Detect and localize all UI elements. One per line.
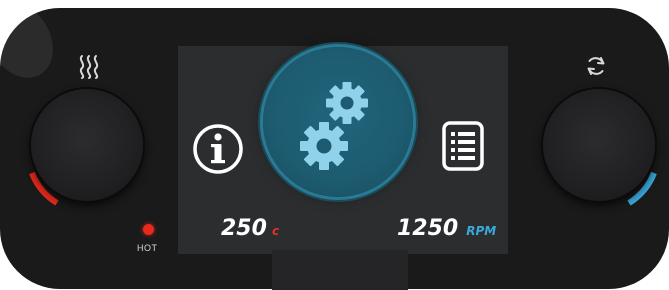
hot-indicator-light xyxy=(143,224,154,235)
rotate-cycle-icon xyxy=(587,57,605,75)
temperature-unit: c xyxy=(271,224,280,238)
bottom-slot xyxy=(272,250,408,290)
speed-value: 1250 xyxy=(397,216,459,241)
speed-knob[interactable] xyxy=(543,89,655,201)
speed-readout: 1250 RPM xyxy=(397,216,496,241)
list-menu-icon[interactable] xyxy=(440,120,486,172)
settings-button[interactable] xyxy=(263,47,413,197)
gears-icon xyxy=(300,82,368,170)
speed-unit: RPM xyxy=(466,224,497,238)
info-icon[interactable] xyxy=(191,122,245,176)
hot-label: HOT xyxy=(137,243,158,253)
temperature-readout: 250 c xyxy=(221,216,279,241)
temperature-value: 250 xyxy=(221,216,267,241)
temperature-knob[interactable] xyxy=(31,89,143,201)
